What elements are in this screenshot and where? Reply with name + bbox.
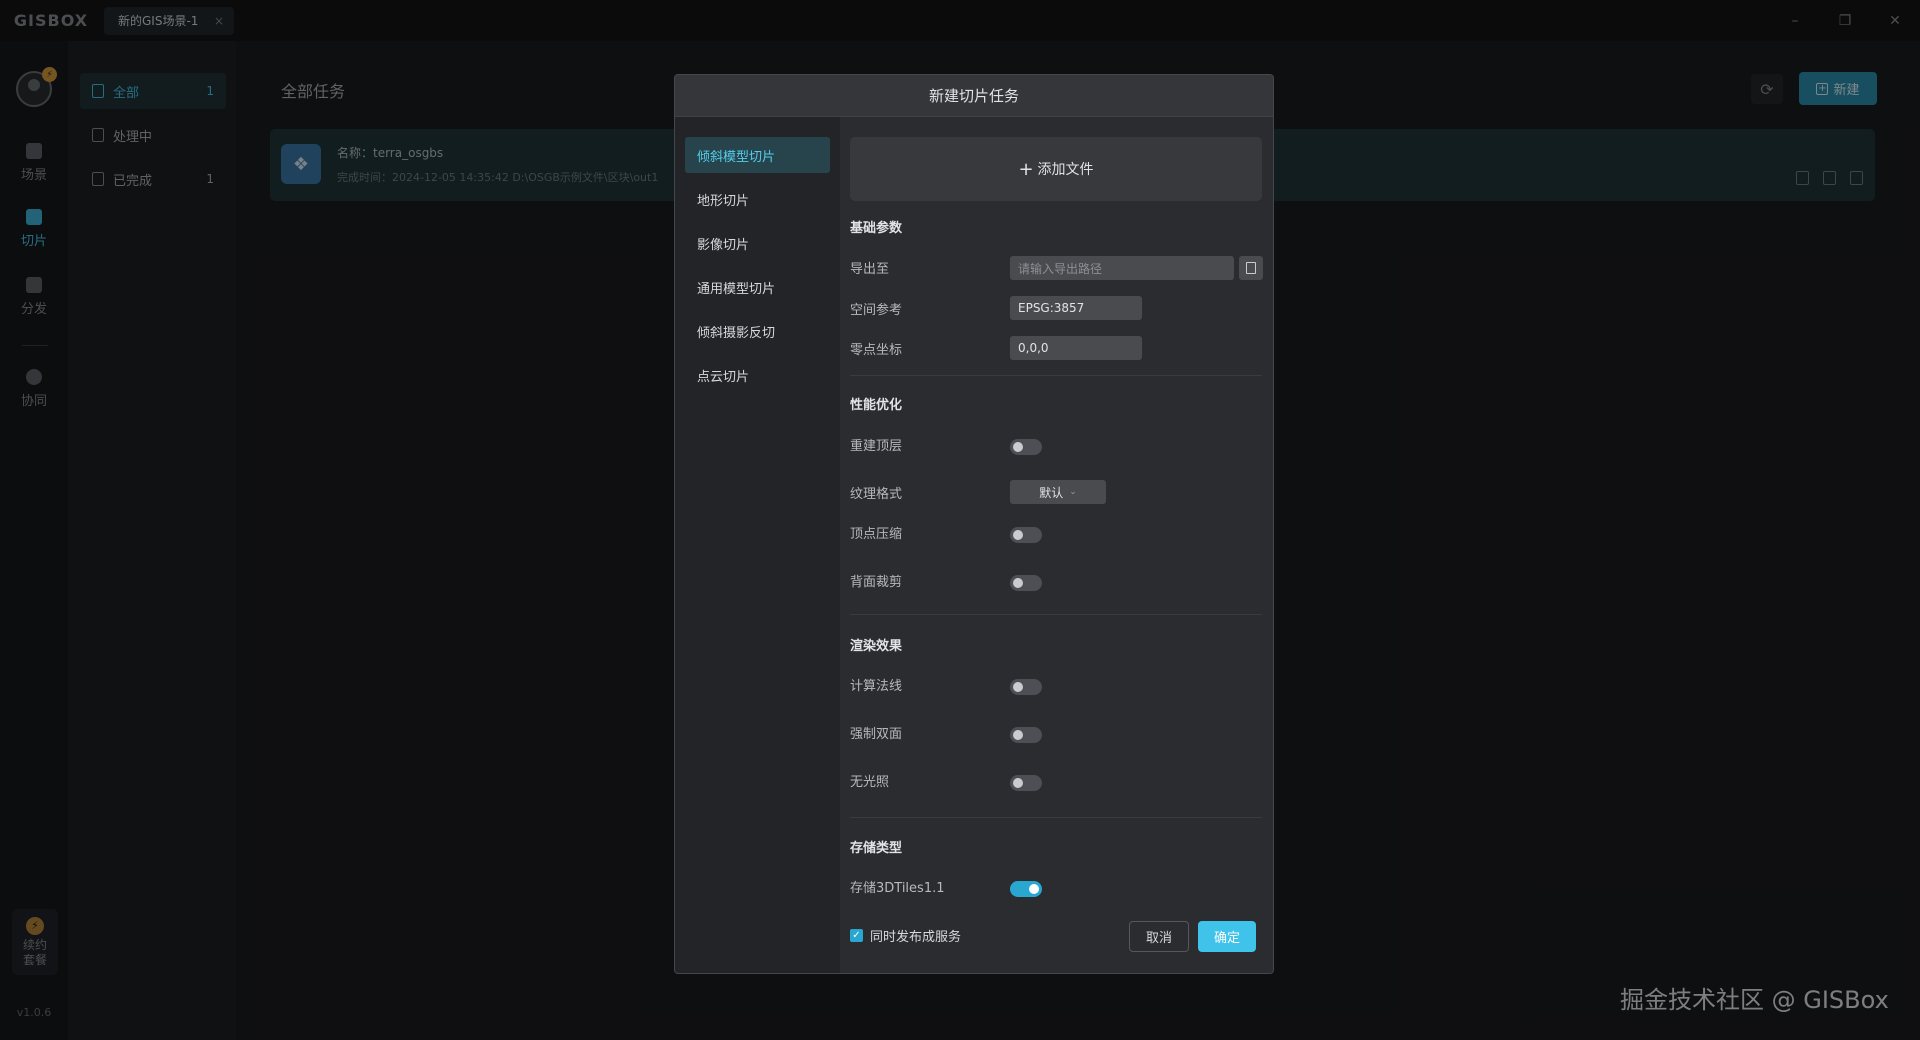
section-storage: 存储类型 xyxy=(850,841,903,856)
divider xyxy=(850,614,1262,615)
dialog-title: 新建切片任务 xyxy=(675,75,1273,117)
store-3dtiles-label: 存储3DTiles1.1 xyxy=(850,881,945,896)
nav-imagery[interactable]: 影像切片 xyxy=(685,225,830,261)
texture-format-value: 默认 xyxy=(1039,485,1064,500)
vertex-compress-label: 顶点压缩 xyxy=(850,527,903,542)
rebuild-top-toggle[interactable] xyxy=(1010,439,1042,455)
double-side-label: 强制双面 xyxy=(850,727,903,742)
vertex-compress-toggle[interactable] xyxy=(1010,527,1042,543)
section-basic: 基础参数 xyxy=(850,221,903,236)
backface-cull-label: 背面裁剪 xyxy=(850,575,903,590)
srs-input[interactable]: EPSG:3857 xyxy=(1010,296,1142,320)
nav-oblique-reverse[interactable]: 倾斜摄影反切 xyxy=(685,313,830,349)
plus-icon: + xyxy=(1018,158,1034,180)
browse-folder-button[interactable] xyxy=(1239,256,1263,280)
nav-terrain[interactable]: 地形切片 xyxy=(685,181,830,217)
add-file-button[interactable]: + 添加文件 xyxy=(850,137,1262,201)
export-label: 导出至 xyxy=(850,262,890,277)
add-file-label: 添加文件 xyxy=(1037,162,1094,178)
compute-normals-label: 计算法线 xyxy=(850,679,903,694)
cancel-button[interactable]: 取消 xyxy=(1129,921,1189,952)
publish-service-label: 同时发布成服务 xyxy=(870,930,962,945)
chevron-down-icon: ⌄ xyxy=(1069,487,1077,497)
store-3dtiles-toggle[interactable] xyxy=(1010,881,1042,897)
texture-format-select[interactable]: 默认 ⌄ xyxy=(1010,480,1106,504)
nav-general-model[interactable]: 通用模型切片 xyxy=(685,269,830,305)
origin-label: 零点坐标 xyxy=(850,343,903,358)
folder-icon xyxy=(1246,262,1256,274)
compute-normals-toggle[interactable] xyxy=(1010,679,1042,695)
export-path-input[interactable]: 请输入导出路径 xyxy=(1010,256,1234,280)
backface-cull-toggle[interactable] xyxy=(1010,575,1042,591)
slice-type-nav: 倾斜模型切片 地形切片 影像切片 通用模型切片 倾斜摄影反切 点云切片 xyxy=(675,117,840,973)
section-render: 渲染效果 xyxy=(850,639,903,654)
divider xyxy=(850,375,1262,376)
section-performance: 性能优化 xyxy=(850,398,903,413)
divider xyxy=(850,817,1262,818)
new-slice-task-dialog: 新建切片任务 倾斜模型切片 地形切片 影像切片 通用模型切片 倾斜摄影反切 点云… xyxy=(674,74,1274,974)
rebuild-top-label: 重建顶层 xyxy=(850,439,903,454)
origin-input[interactable]: 0,0,0 xyxy=(1010,336,1142,360)
dialog-body: + 添加文件 基础参数 导出至 请输入导出路径 空间参考 EPSG:3857 零… xyxy=(840,117,1273,973)
confirm-button[interactable]: 确定 xyxy=(1198,921,1256,952)
nav-oblique-model[interactable]: 倾斜模型切片 xyxy=(685,137,830,173)
nav-pointcloud[interactable]: 点云切片 xyxy=(685,357,830,393)
publish-service-checkbox[interactable]: ✓ 同时发布成服务 xyxy=(850,926,961,945)
texture-format-label: 纹理格式 xyxy=(850,487,903,502)
checkmark-icon: ✓ xyxy=(850,929,863,942)
no-lighting-label: 无光照 xyxy=(850,775,890,790)
no-lighting-toggle[interactable] xyxy=(1010,775,1042,791)
srs-label: 空间参考 xyxy=(850,303,903,318)
double-side-toggle[interactable] xyxy=(1010,727,1042,743)
